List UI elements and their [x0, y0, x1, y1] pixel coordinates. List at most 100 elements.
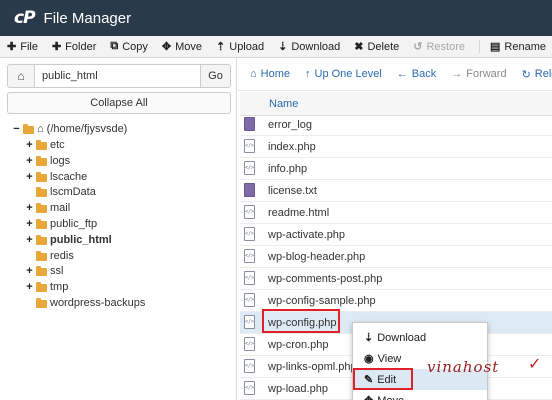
tree-item-wordpressbackups[interactable]: wordpress-backups — [25, 295, 145, 311]
nav-button-label: Reload — [534, 68, 552, 80]
collapse-toggle-icon[interactable]: − — [12, 123, 21, 135]
toolbar-delete-button[interactable]: ✖ Delete — [354, 40, 400, 54]
file-row[interactable]: index.php — [240, 136, 552, 158]
context-menu-move[interactable]: ✥ Move — [353, 390, 487, 400]
folder-icon — [36, 186, 47, 197]
folder-icon — [36, 171, 47, 182]
file-row[interactable]: wp-comments-post.php — [240, 268, 552, 290]
expand-toggle-icon[interactable]: + — [25, 265, 34, 277]
code-file-icon — [244, 227, 255, 241]
folder-tree-pane: ⌂ Go Collapse All −⌂(/home/fjysvsde)+etc… — [0, 58, 237, 400]
file-row[interactable]: wp-blog-header.php — [240, 246, 552, 268]
expand-toggle-icon[interactable]: + — [25, 155, 34, 167]
tree-item-label: lscmData — [50, 186, 96, 198]
folder-icon — [36, 155, 47, 166]
toolbar-restore-button[interactable]: ↺ Restore — [413, 40, 466, 54]
edit-item-highlight — [353, 368, 413, 390]
nav-button-label: Back — [411, 68, 437, 80]
expand-toggle-icon[interactable]: + — [25, 281, 34, 293]
file-name: wp-blog-header.php — [268, 250, 366, 263]
file-row[interactable]: license.txt — [240, 180, 552, 202]
tree-item-public_ftp[interactable]: + public_ftp — [25, 216, 97, 232]
expand-toggle-icon[interactable]: + — [25, 139, 34, 151]
download-icon: ⇣ — [278, 41, 288, 53]
expand-toggle-icon[interactable]: + — [25, 202, 34, 214]
cpanel-logo-icon[interactable]: cP — [14, 8, 36, 28]
toolbar-button-label: Delete — [367, 40, 400, 53]
code-file-icon — [244, 139, 255, 153]
tree-item-redis[interactable]: redis — [25, 248, 74, 264]
upload-icon: ⇡ — [216, 41, 226, 53]
expand-toggle-icon[interactable]: + — [25, 171, 34, 183]
code-file-icon — [244, 293, 255, 307]
home-icon: ⌂ — [37, 123, 44, 135]
toolbar-button-label: Folder — [65, 40, 97, 53]
file-name: error_log — [268, 118, 313, 131]
back-icon: ← — [396, 68, 408, 80]
tree-item-lscache[interactable]: + lscache — [25, 169, 87, 185]
toolbar-button-label: Copy — [122, 40, 148, 53]
toolbar-button-label: Restore — [426, 40, 466, 53]
reload-icon: ↻ — [521, 68, 531, 81]
copy-icon: ⧉ — [110, 40, 119, 52]
tree-item-tmp[interactable]: + tmp — [25, 279, 68, 295]
file-name: wp-links-opml.php — [268, 360, 357, 373]
move-icon: ✥ — [161, 41, 172, 53]
file-row[interactable]: info.php — [240, 158, 552, 180]
toolbar-move-button[interactable]: ✥ Move — [161, 40, 202, 54]
code-file-icon — [244, 359, 255, 373]
name-column-header[interactable]: Name — [269, 98, 298, 110]
nav-back-button[interactable]: ← Back — [397, 68, 436, 80]
restore-icon: ↺ — [413, 41, 423, 53]
tree-item-label: mail — [50, 202, 71, 214]
forward-icon: → — [451, 68, 463, 80]
nav-reload-button[interactable]: ↻Reload — [522, 68, 552, 81]
tree-item-lscmData[interactable]: lscmData — [25, 184, 96, 200]
folder-icon — [36, 202, 47, 213]
tree-item-mail[interactable]: + mail — [25, 200, 70, 216]
nav-home-button[interactable]: ⌂ Home — [250, 68, 290, 80]
file-name: index.php — [268, 140, 316, 153]
tree-item-etc[interactable]: + etc — [25, 137, 64, 153]
up-level-icon: ↑ — [305, 68, 311, 80]
file-name: wp-config-sample.php — [268, 294, 376, 307]
toolbar-button-label: Download — [291, 40, 341, 53]
toolbar-file-button[interactable]: ✚ File — [7, 40, 38, 54]
nav-up-one-level-button[interactable]: ↑ Up One Level — [305, 68, 382, 80]
tree-item-ssl[interactable]: + ssl — [25, 263, 63, 279]
toolbar-copy-button[interactable]: ⧉ Copy — [110, 40, 148, 53]
toolbar-rename-button[interactable]: ▤ Rename — [479, 40, 546, 53]
file-manager-app: cP File Manager ✚ File ✚ Folder ⧉ Copy ✥ Move ⇡ U… — [0, 0, 552, 400]
tree-item-label: ssl — [50, 265, 64, 277]
expand-toggle-icon[interactable]: + — [25, 234, 34, 246]
nav-forward-button[interactable]: → Forward — [451, 68, 506, 80]
tree-item-label: public_html — [50, 234, 112, 246]
context-menu-label: Move — [377, 395, 404, 400]
toolbar-upload-button[interactable]: ⇡ Upload — [216, 40, 264, 54]
folder-icon — [23, 123, 34, 134]
path-input[interactable] — [35, 64, 201, 88]
tree-item-label: lscache — [50, 171, 88, 183]
file-row[interactable]: readme.html — [240, 202, 552, 224]
tree-item-public_html[interactable]: + public_html — [25, 232, 112, 248]
home-icon[interactable]: ⌂ — [7, 64, 35, 88]
file-name: wp-cron.php — [268, 338, 329, 351]
delete-icon: ✖ — [354, 41, 364, 53]
go-button[interactable]: Go — [201, 64, 231, 88]
app-title: File Manager — [43, 9, 132, 27]
plus-icon: ✚ — [7, 41, 17, 53]
toolbar-download-button[interactable]: ⇣ Download — [278, 40, 341, 54]
expand-toggle-icon[interactable]: + — [25, 218, 34, 230]
context-menu-download[interactable]: ⇣ Download — [353, 327, 487, 348]
file-name: wp-comments-post.php — [268, 272, 383, 285]
nav-button-label: Up One Level — [314, 68, 382, 80]
file-row[interactable]: error_log — [240, 114, 552, 136]
toolbar-button-label: Rename — [504, 40, 546, 53]
tree-item-homefjysvsde[interactable]: − ⌂ (/home/fjysvsde) — [12, 121, 127, 137]
folder-icon — [36, 281, 47, 292]
eye-icon: ◉ — [364, 353, 374, 365]
file-row[interactable]: wp-activate.php — [240, 224, 552, 246]
toolbar-folder-button[interactable]: ✚ Folder — [52, 40, 97, 54]
collapse-all-button[interactable]: Collapse All — [7, 92, 231, 114]
tree-item-logs[interactable]: + logs — [25, 153, 70, 169]
